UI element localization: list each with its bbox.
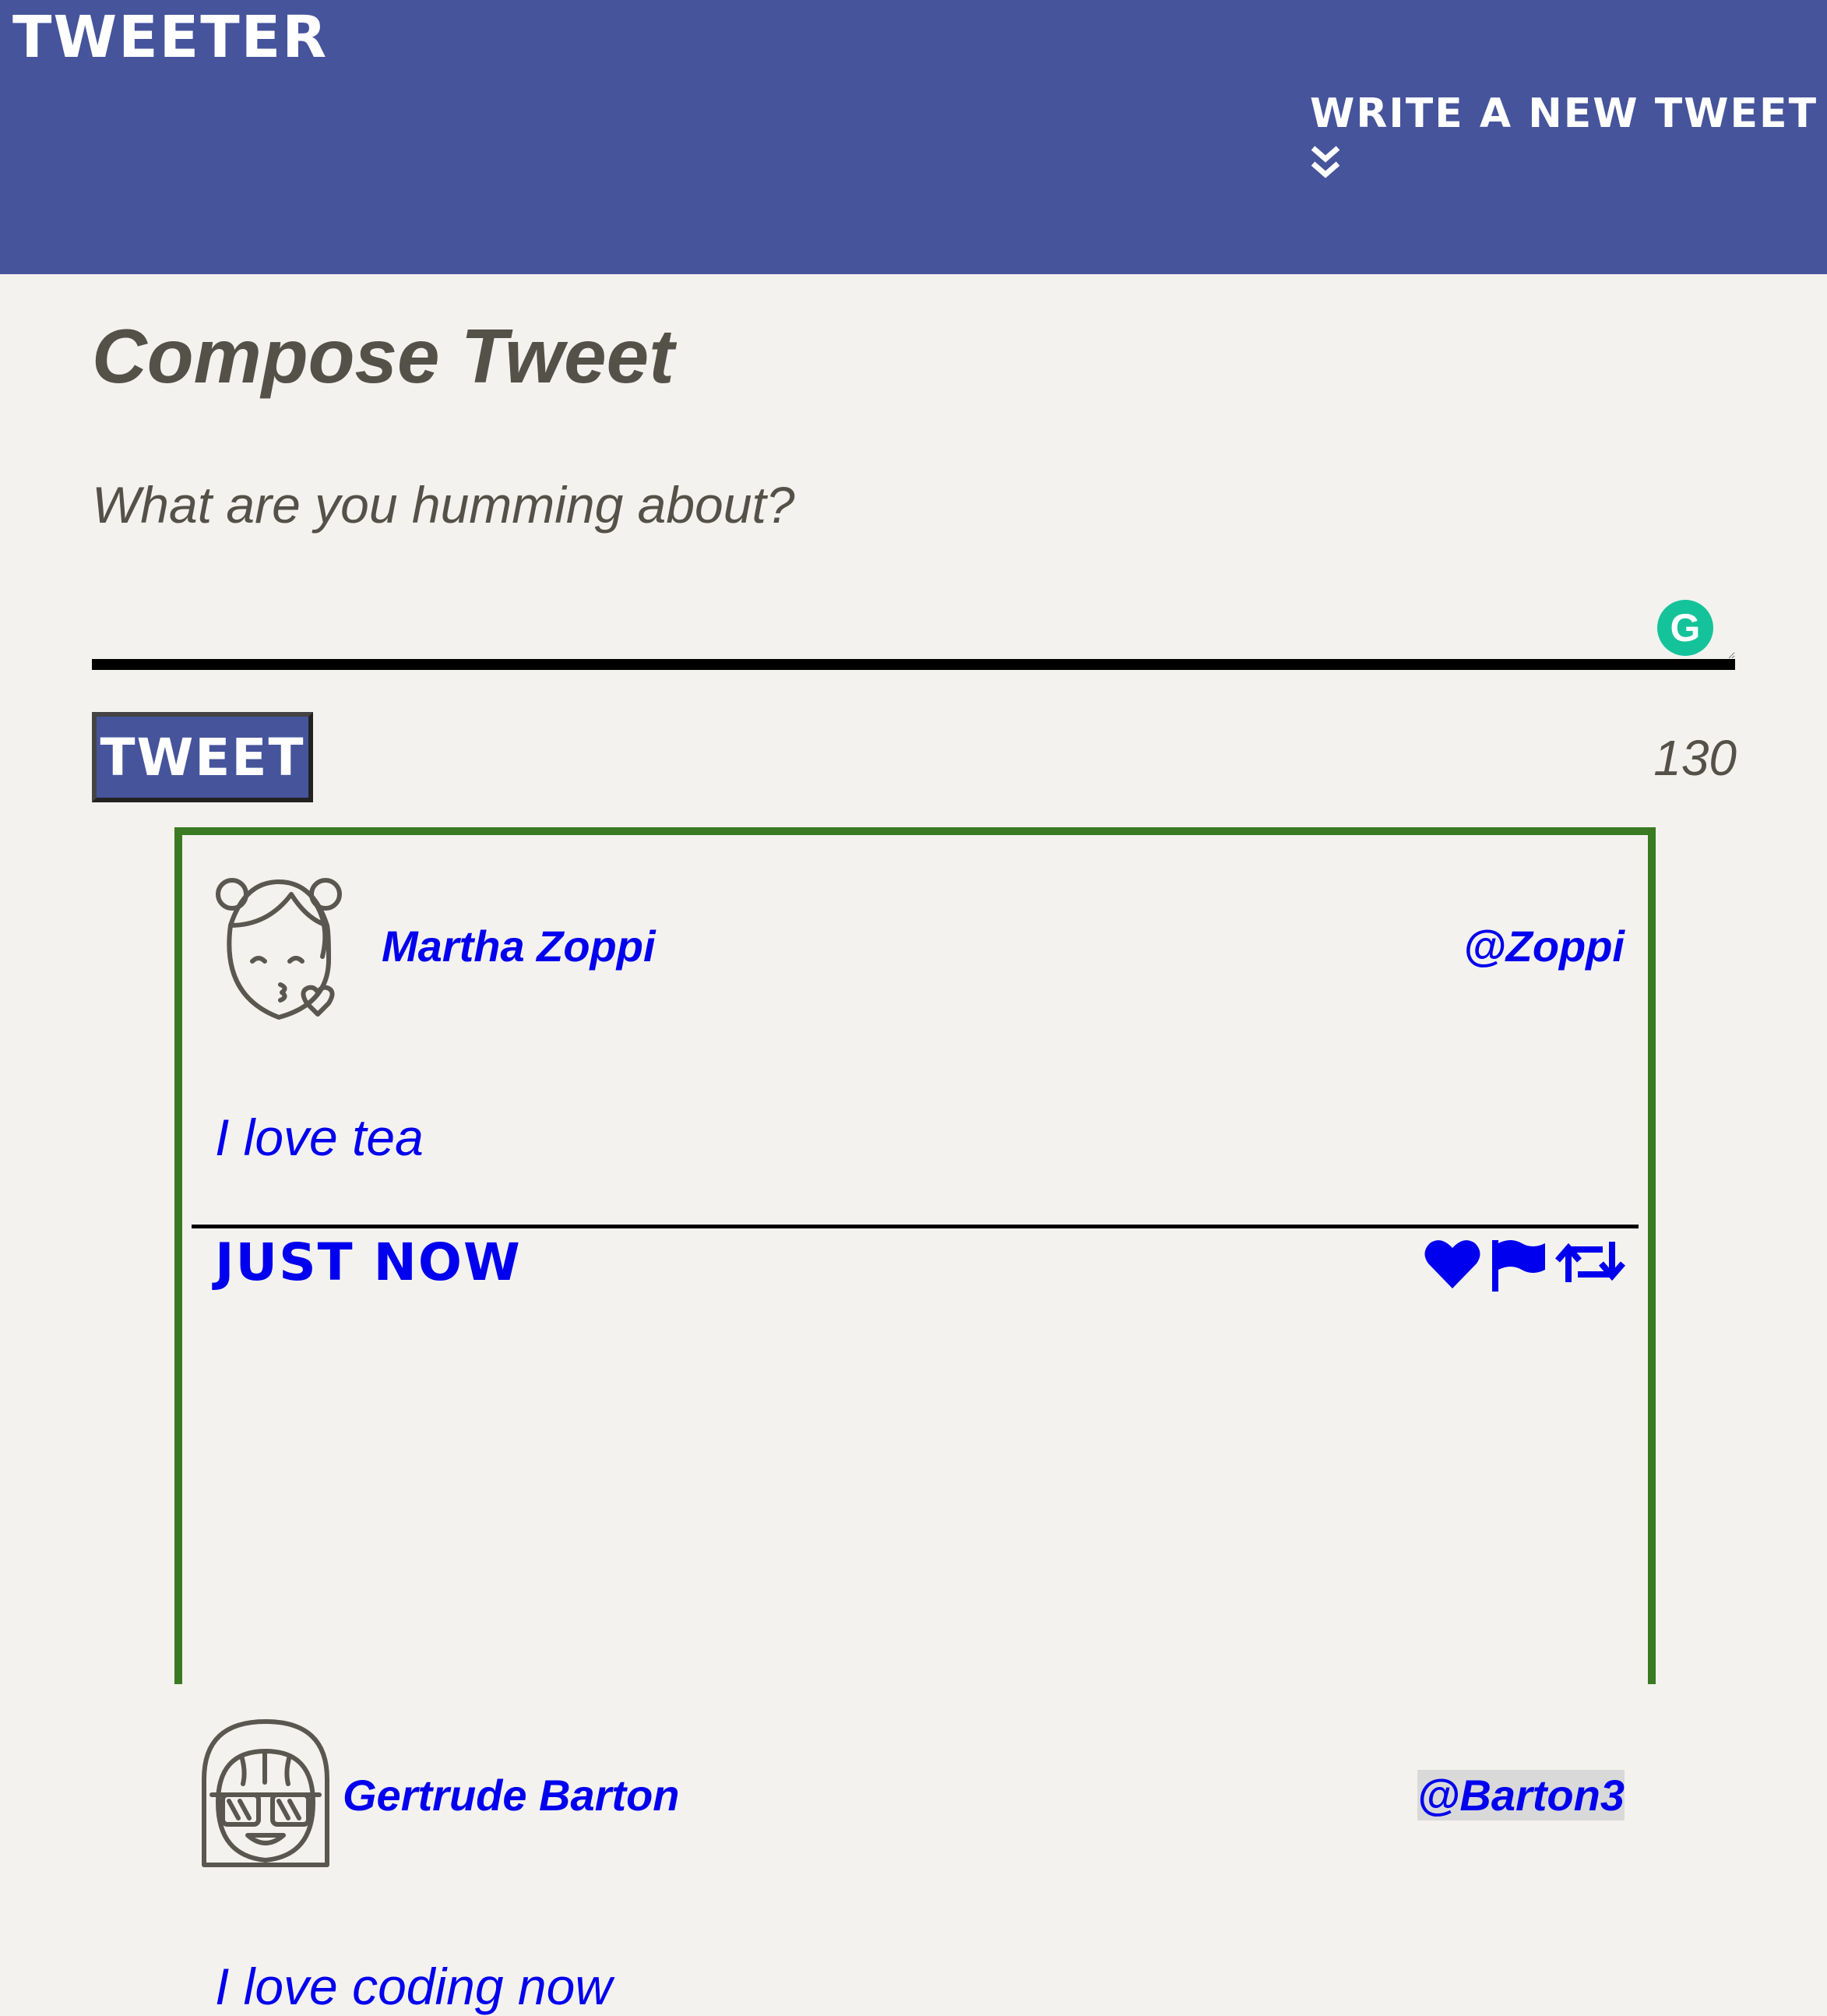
flag-icon[interactable] [1489,1237,1547,1293]
tweet-divider [192,1225,1639,1228]
double-chevron-down-icon[interactable] [1310,145,1341,179]
grammarly-icon[interactable]: G [1657,600,1713,656]
write-new-tweet-label[interactable]: WRITE A NEW TWEET [1310,86,1818,142]
brand-logo[interactable]: TWEETER [12,3,328,72]
tweet-text: I love tea [215,1108,424,1166]
retweet-icon[interactable] [1554,1237,1626,1287]
write-new-tweet-toggle[interactable]: WRITE A NEW TWEET [1310,86,1818,179]
top-nav: TWEETER WRITE A NEW TWEET [0,0,1827,274]
compose-title: Compose Tweet [92,313,674,399]
sunglasses-girl-avatar-icon [202,1719,329,1867]
tweet-actions [1424,1237,1626,1293]
tweet-card: Martha Zoppi @Zoppi I love tea JUST NOW [182,835,1648,1292]
tweet-text: I love coding now [215,1958,612,2015]
tweet-author-handle[interactable]: @Zoppi [1463,921,1625,971]
tweet-author-handle[interactable]: @Barton3 [1417,1770,1625,1820]
heart-icon[interactable] [1424,1237,1481,1290]
tweet-textarea[interactable] [92,475,1735,670]
tweet-author-name[interactable]: Martha Zoppi [382,921,656,971]
tweet-author-name[interactable]: Gertrude Barton [343,1770,680,1820]
kissing-face-avatar-icon [216,878,342,1020]
tweet-feed: Martha Zoppi @Zoppi I love tea JUST NOW [174,827,1656,2015]
character-counter: 130 [1653,730,1737,786]
tweet-timestamp: JUST NOW [215,1232,522,1292]
tweet-submit-button[interactable]: TWEET [92,712,313,802]
